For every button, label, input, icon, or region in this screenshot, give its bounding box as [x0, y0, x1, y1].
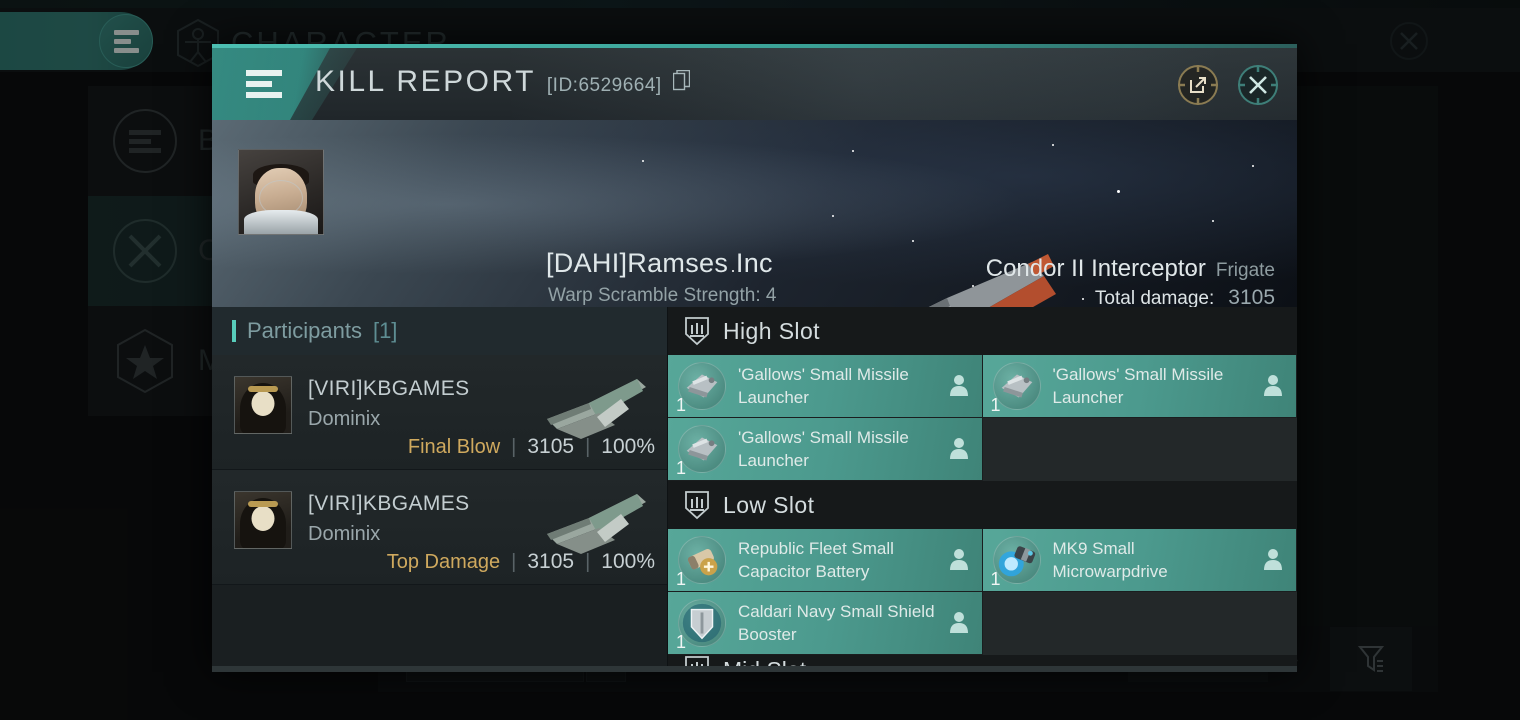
kill-report-modal: KILL REPORT [ID:6529664] [DAHI]Ramses In…: [212, 44, 1297, 672]
report-id: [ID:6529664]: [546, 75, 662, 96]
module-grid-low: 1 Republic Fleet Small Capacitor Battery…: [668, 529, 1297, 655]
participant-percent: 100%: [601, 435, 655, 458]
victim-ship-name-group: Condor II Interceptor Frigate: [986, 255, 1275, 283]
module-name: Republic Fleet Small Capacitor Battery: [738, 539, 894, 581]
module-slot[interactable]: 1 'Gallows' Small Missile Launcher: [668, 418, 983, 481]
participants-count: [1]: [372, 318, 398, 343]
participant-damage: 3105: [527, 435, 575, 458]
participant-ship: Dominix: [308, 523, 381, 545]
person-icon: [949, 549, 968, 570]
modal-title-group: KILL REPORT [ID:6529664]: [315, 65, 690, 99]
close-button[interactable]: [1237, 64, 1279, 106]
participant-name: [VIRI]KBGAMES: [308, 492, 470, 515]
page-title: KILL REPORT: [315, 65, 536, 98]
fitting-panel: High Slot 1 'Gallows' Small Missile Laun…: [668, 307, 1297, 672]
close-icon: [1238, 65, 1278, 105]
victim-ship-class: Frigate: [1215, 260, 1275, 281]
participant-role: Final Blow: [407, 436, 501, 458]
copy-icon[interactable]: [672, 70, 690, 91]
person-icon: [949, 612, 968, 633]
module-name: 'Gallows' Small Missile Launcher: [738, 428, 909, 470]
participant-percent: 100%: [601, 550, 655, 573]
module-quantity: 1: [676, 458, 687, 478]
module-quantity: 1: [990, 569, 1001, 589]
module-slot[interactable]: 1 'Gallows' Small Missile Launcher: [668, 355, 983, 418]
module-slot-empty: [983, 592, 1298, 655]
module-name: 'Gallows' Small Missile Launcher: [1052, 365, 1224, 407]
participant-row[interactable]: [VIRI]KBGAMES Dominix Top Damage | 3105 …: [212, 470, 667, 585]
module-slot[interactable]: 1 Caldari Navy Small Shield Booster: [668, 592, 983, 655]
modal-bottom-edge: [212, 666, 1297, 672]
participant-ship-render: [547, 379, 646, 439]
module-slot[interactable]: 1 MK9 Small Microwarpdrive: [982, 529, 1297, 592]
victim-portrait: [238, 149, 324, 235]
participant-stats: Final Blow | 3105 | 100%: [407, 435, 655, 458]
person-icon: [949, 438, 968, 459]
slot-title-high: High Slot: [723, 317, 820, 344]
avatar: [234, 491, 292, 549]
participants-panel: Participants [1] [VIRI]KBGAMES Dominix F: [212, 307, 668, 672]
participant-stats: Top Damage | 3105 | 100%: [386, 550, 655, 573]
module-quantity: 1: [990, 395, 1001, 415]
victim-banner: [DAHI]Ramses Inc Warp Scramble Strength:…: [212, 120, 1297, 307]
participant-row[interactable]: [VIRI]KBGAMES Dominix Final Blow | 3105 …: [212, 355, 667, 470]
participant-ship-render: [547, 494, 646, 554]
slot-shield-icon: [685, 491, 709, 520]
participant-name: [VIRI]KBGAMES: [308, 377, 470, 400]
slot-shield-icon: [685, 317, 709, 346]
module-name: Caldari Navy Small Shield Booster: [738, 602, 935, 644]
person-icon: [1264, 375, 1282, 396]
avatar: [234, 376, 292, 434]
participant-damage: 3105: [527, 550, 575, 573]
person-icon: [949, 375, 968, 396]
total-damage-value: 3105: [1228, 286, 1275, 307]
victim-subtitle: Warp Scramble Strength: 4: [548, 285, 777, 306]
victim-name: [DAHI]Ramses Inc: [546, 248, 773, 278]
participant-role: Top Damage: [386, 551, 501, 573]
share-button[interactable]: [1177, 64, 1219, 106]
hamburger-menu-icon[interactable]: [246, 70, 282, 98]
slot-title-low: Low Slot: [723, 491, 815, 518]
module-quantity: 1: [676, 395, 687, 415]
module-slot[interactable]: 1 'Gallows' Small Missile Launcher: [982, 355, 1297, 418]
participants-header: Participants [1]: [212, 307, 667, 355]
external-link-icon: [1178, 65, 1218, 105]
module-name: MK9 Small Microwarpdrive: [1052, 539, 1168, 581]
victim-ship-name: Condor II Interceptor: [985, 255, 1206, 282]
slot-section-header-low: Low Slot: [668, 481, 1297, 529]
module-quantity: 1: [676, 569, 687, 589]
modal-body: Participants [1] [VIRI]KBGAMES Dominix F: [212, 307, 1297, 672]
total-damage-label: Total damage:: [1094, 288, 1215, 307]
modal-header: KILL REPORT [ID:6529664]: [212, 48, 1297, 120]
module-slot-empty: [983, 418, 1298, 481]
participant-ship: Dominix: [308, 408, 381, 430]
total-damage-row: Total damage: 3105: [1095, 286, 1275, 307]
participants-header-label: Participants: [247, 318, 362, 343]
module-grid-high: 1 'Gallows' Small Missile Launcher 1 'Ga…: [668, 355, 1297, 481]
module-quantity: 1: [676, 632, 687, 652]
module-slot[interactable]: 1 Republic Fleet Small Capacitor Battery: [668, 529, 983, 592]
person-icon: [1264, 549, 1282, 570]
slot-section-header-high: High Slot: [668, 307, 1297, 355]
module-name: 'Gallows' Small Missile Launcher: [738, 365, 909, 407]
